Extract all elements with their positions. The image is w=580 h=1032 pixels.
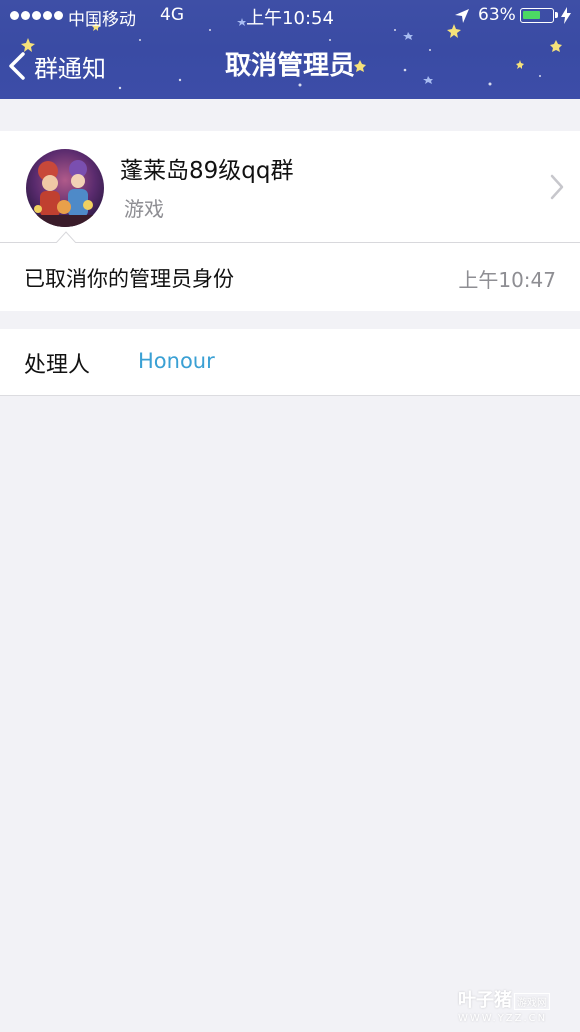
pointer-caret	[56, 231, 76, 243]
watermark-tag: 游戏网	[514, 993, 550, 1010]
location-arrow-icon	[455, 9, 469, 23]
battery-percent: 63%	[478, 5, 516, 25]
page-title: 取消管理员	[224, 51, 355, 81]
navigation-header: 中国移动 4G 上午10:54 63% 群通知 取消管理员	[0, 0, 580, 99]
handler-name-link[interactable]: Honour	[138, 349, 215, 373]
group-avatar	[26, 149, 104, 227]
group-avatar-image	[26, 149, 104, 227]
group-category: 游戏	[124, 197, 164, 221]
watermark-logo: 叶子猪 游戏网 WWW.YZZ.CN	[458, 986, 568, 1024]
watermark-url: WWW.YZZ.CN	[458, 1013, 548, 1024]
handler-label: 处理人	[24, 353, 91, 378]
group-info-card[interactable]: 蓬莱岛89级qq群 游戏	[0, 131, 580, 243]
handler-row: 处理人 Honour	[0, 329, 580, 396]
status-bar: 中国移动 4G 上午10:54 63%	[0, 0, 580, 34]
battery-icon	[520, 8, 558, 23]
battery-level-fill	[523, 11, 540, 19]
notice-row: 已取消你的管理员身份 上午10:47	[0, 243, 580, 311]
notice-timestamp: 上午10:47	[458, 268, 556, 292]
watermark-brand: 叶子猪	[458, 990, 512, 1011]
charging-bolt-icon	[561, 7, 571, 24]
chevron-right-icon	[550, 174, 564, 200]
notice-text: 已取消你的管理员身份	[24, 267, 234, 291]
group-name: 蓬莱岛89级qq群	[120, 158, 294, 184]
